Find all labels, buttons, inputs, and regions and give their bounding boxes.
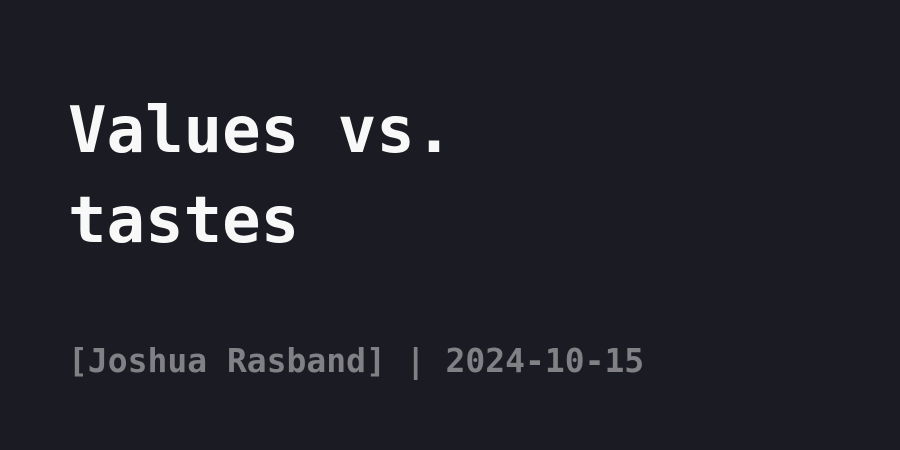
author-name: [Joshua Rasband] (68, 341, 386, 380)
post-date: 2024-10-15 (445, 341, 645, 380)
post-title: Values vs. tastes (68, 86, 628, 266)
post-title-line-1: Values vs. (68, 94, 454, 168)
post-card: Values vs. tastes [Joshua Rasband] | 202… (0, 0, 900, 450)
post-title-line-2: tastes (68, 184, 300, 258)
byline-separator: | (385, 341, 446, 380)
post-byline: [Joshua Rasband] | 2024-10-15 (68, 338, 644, 384)
